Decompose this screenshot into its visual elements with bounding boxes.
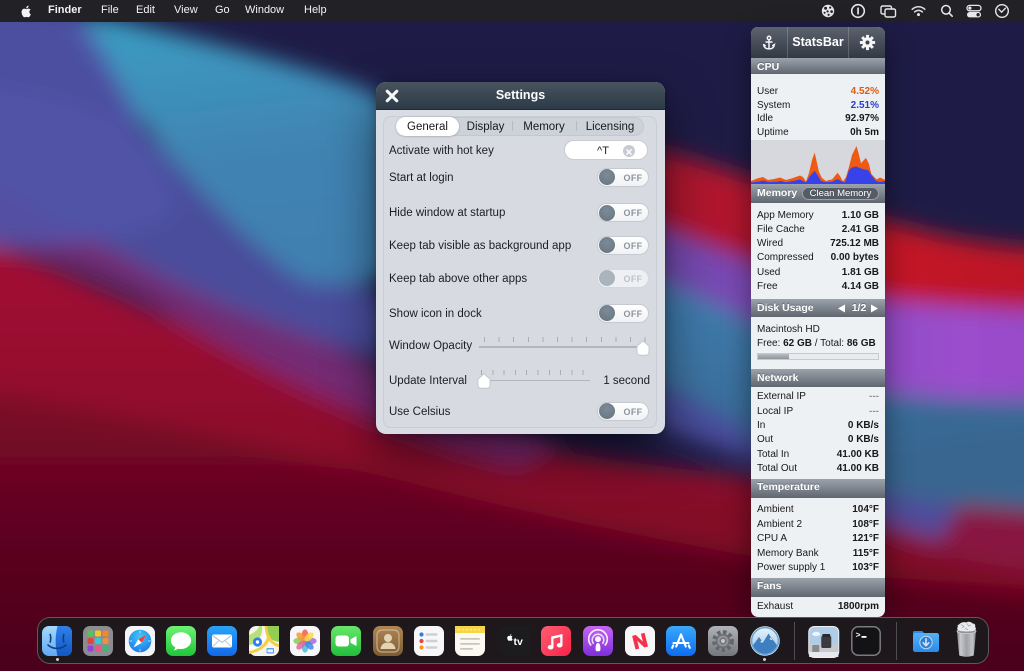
svg-text:tv: tv xyxy=(513,636,522,648)
svg-text:>: > xyxy=(855,630,860,640)
